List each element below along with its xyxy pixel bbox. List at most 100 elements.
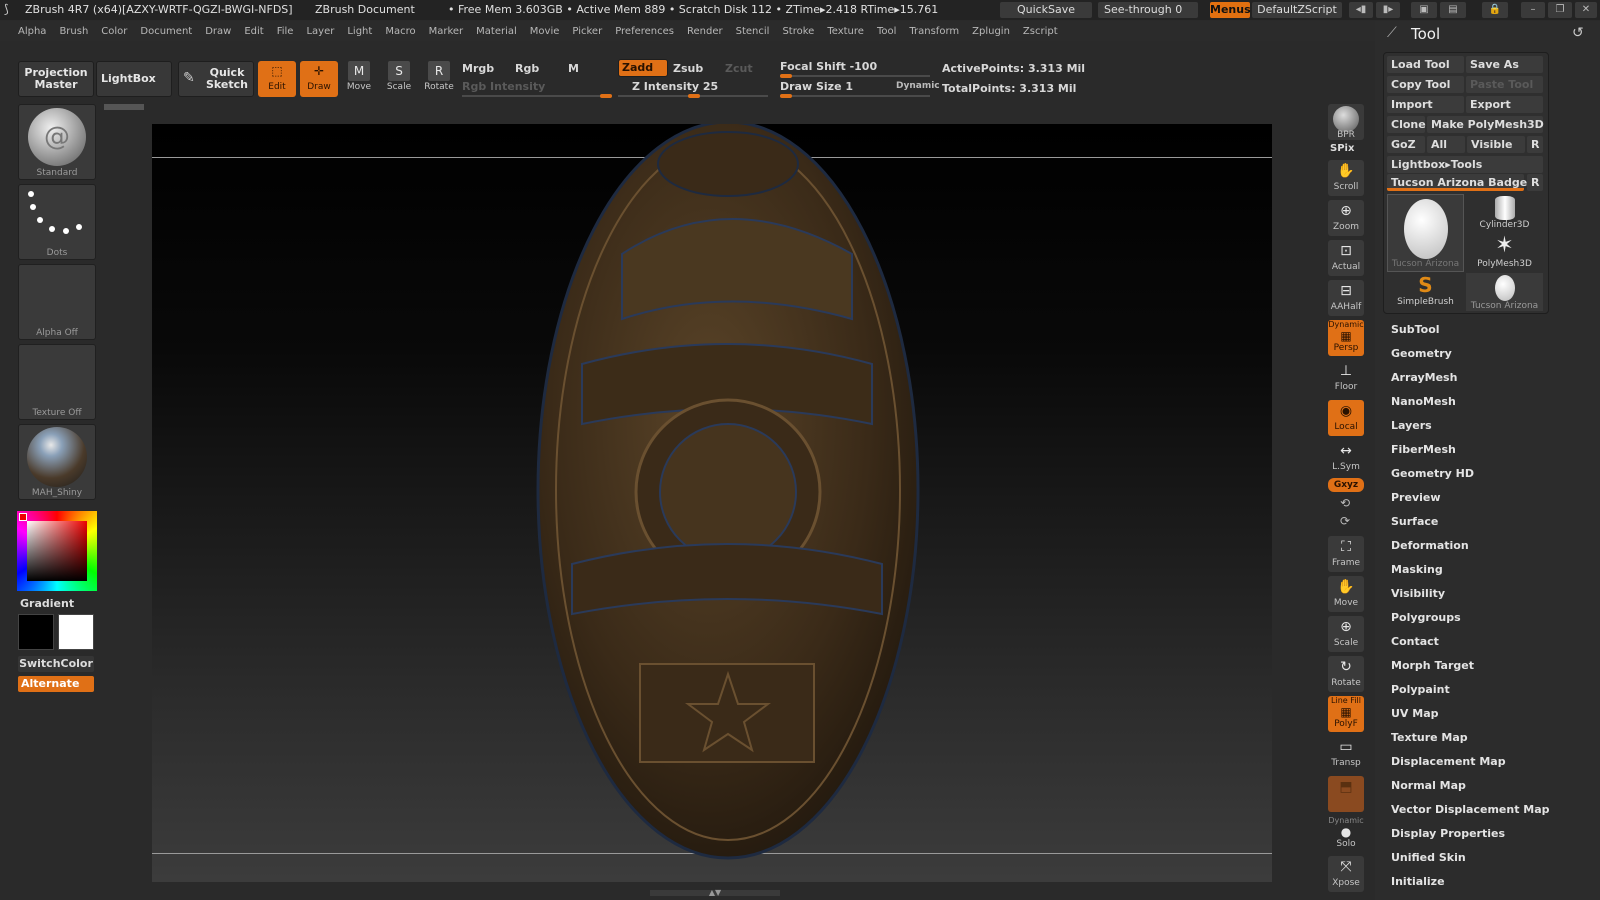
rotate-axis-alt-icon[interactable]: ⟳ [1340, 514, 1350, 528]
menu-light[interactable]: Light [347, 26, 372, 37]
stroke-selector[interactable]: Dots [18, 184, 96, 260]
menu-marker[interactable]: Marker [429, 26, 464, 37]
bpr-button[interactable]: BPR [1328, 104, 1364, 140]
goz-visible-button[interactable]: Visible [1467, 136, 1525, 153]
subpalette-normal-map[interactable]: Normal Map [1391, 779, 1550, 803]
brush-selector[interactable]: @ Standard [18, 104, 96, 180]
menu-stencil[interactable]: Stencil [736, 26, 770, 37]
switchcolor-button[interactable]: SwitchColor [18, 656, 94, 672]
solo-button[interactable]: Dynamic ● Solo [1328, 816, 1364, 852]
goz-button[interactable]: GoZ [1387, 136, 1425, 153]
scroll-right-icon[interactable]: ▮▸ [1376, 2, 1400, 18]
bottom-tray-handle[interactable]: ▲▼ [650, 889, 780, 897]
menu-document[interactable]: Document [140, 26, 192, 37]
menu-material[interactable]: Material [476, 26, 517, 37]
menu-alpha[interactable]: Alpha [18, 26, 46, 37]
subpalette-uv-map[interactable]: UV Map [1391, 707, 1550, 731]
alpha-selector[interactable]: Alpha Off [18, 264, 96, 340]
subpalette-polypaint[interactable]: Polypaint [1391, 683, 1550, 707]
see-through-slider[interactable]: See-through 0 [1098, 2, 1198, 18]
floor-button[interactable]: ⊥ Floor [1328, 360, 1364, 396]
rgb-intensity-slider[interactable]: Rgb Intensity [462, 80, 545, 93]
draw-size-slider[interactable]: Draw Size 1 [780, 80, 853, 93]
focal-shift-knob[interactable] [780, 74, 792, 78]
zcut-button[interactable]: Zcut [725, 62, 753, 75]
canvas-scroll-handle[interactable] [104, 104, 144, 110]
tool-thumb-polymesh3d[interactable]: ✶ PolyMesh3D [1466, 233, 1543, 271]
subpalette-preview[interactable]: Preview [1391, 491, 1550, 515]
menu-zplugin[interactable]: Zplugin [972, 26, 1010, 37]
menus-button[interactable]: Menus [1210, 2, 1251, 18]
menu-preferences[interactable]: Preferences [615, 26, 674, 37]
export-button[interactable]: Export [1466, 96, 1543, 113]
z-intensity-slider[interactable]: Z Intensity 25 [632, 80, 718, 93]
draw-size-knob[interactable] [780, 94, 792, 98]
subpalette-unified-skin[interactable]: Unified Skin [1391, 851, 1550, 875]
subpalette-geometry[interactable]: Geometry [1391, 347, 1550, 371]
subpalette-display-properties[interactable]: Display Properties [1391, 827, 1550, 851]
subpalette-displacement-map[interactable]: Displacement Map [1391, 755, 1550, 779]
quick-sketch-button[interactable]: ✎ Quick Sketch [178, 61, 254, 97]
subpalette-polygroups[interactable]: Polygroups [1391, 611, 1550, 635]
make-polymesh-button[interactable]: Make PolyMesh3D [1427, 116, 1544, 133]
menu-color[interactable]: Color [101, 26, 127, 37]
zadd-button[interactable]: Zadd [618, 59, 668, 77]
document-canvas[interactable] [152, 124, 1272, 882]
xpose-button[interactable]: ⤧ Xpose [1328, 856, 1364, 892]
zsub-button[interactable]: Zsub [673, 62, 703, 75]
gradient-label[interactable]: Gradient [20, 597, 74, 610]
spix-slider[interactable]: SPix [1330, 143, 1354, 154]
projection-master-button[interactable]: Projection Master [18, 61, 94, 97]
actual-button[interactable]: ⊡ Actual [1328, 240, 1364, 276]
rgb-intensity-knob[interactable] [600, 94, 612, 98]
menu-picker[interactable]: Picker [572, 26, 602, 37]
lightbox-tools-button[interactable]: Lightbox▸Tools [1387, 156, 1543, 173]
subpalette-deformation[interactable]: Deformation [1391, 539, 1550, 563]
goz-r-button[interactable]: R [1527, 136, 1543, 153]
ghost-button[interactable]: ⬒ [1328, 776, 1364, 812]
subpalette-texture-map[interactable]: Texture Map [1391, 731, 1550, 755]
import-button[interactable]: Import [1387, 96, 1464, 113]
layout-alt-icon[interactable]: ▤ [1440, 2, 1466, 18]
subpalette-fibermesh[interactable]: FiberMesh [1391, 443, 1550, 467]
menu-movie[interactable]: Movie [530, 26, 560, 37]
goz-all-button[interactable]: All [1427, 136, 1465, 153]
subpalette-layers[interactable]: Layers [1391, 419, 1550, 443]
lsym-button[interactable]: ↔ L.Sym [1328, 440, 1364, 476]
menu-tool[interactable]: Tool [877, 26, 896, 37]
polyf-button[interactable]: Line Fill ▦ PolyF [1328, 696, 1364, 732]
subpalette-morph-target[interactable]: Morph Target [1391, 659, 1550, 683]
tool-thumb-simplebrush[interactable]: S SimpleBrush [1387, 273, 1464, 311]
menu-render[interactable]: Render [687, 26, 723, 37]
subpalette-masking[interactable]: Masking [1391, 563, 1550, 587]
z-intensity-knob[interactable] [688, 94, 700, 98]
menu-edit[interactable]: Edit [244, 26, 263, 37]
rotate-view-button[interactable]: ↻ Rotate [1328, 656, 1364, 692]
edit-button[interactable]: ⬚ Edit [258, 61, 296, 97]
menu-zscript[interactable]: Zscript [1023, 26, 1058, 37]
move-button[interactable]: M Move [340, 61, 378, 97]
rotate-button[interactable]: R Rotate [420, 61, 458, 97]
minimize-icon[interactable]: – [1521, 2, 1545, 18]
menu-stroke[interactable]: Stroke [782, 26, 814, 37]
rotate-axis-icon[interactable]: ⟲ [1340, 496, 1350, 510]
tool-thumb-cylinder3d[interactable]: Cylinder3D [1466, 194, 1543, 232]
mrgb-button[interactable]: Mrgb [462, 62, 494, 75]
tool-panel-reset-icon[interactable]: ↺ [1572, 25, 1584, 41]
lightbox-button[interactable]: LightBox [96, 61, 172, 97]
material-selector[interactable]: MAH_Shiny [18, 424, 96, 500]
aahalf-button[interactable]: ⊟ AAHalf [1328, 280, 1364, 316]
current-tool-slider[interactable]: Tucson Arizona Badge [1387, 174, 1527, 191]
copy-tool-button[interactable]: Copy Tool [1387, 76, 1464, 93]
color-picker[interactable] [17, 511, 97, 591]
menu-texture[interactable]: Texture [827, 26, 864, 37]
menu-file[interactable]: File [277, 26, 294, 37]
restore-icon[interactable]: ❐ [1548, 2, 1572, 18]
close-icon[interactable]: ✕ [1575, 2, 1597, 18]
texture-selector[interactable]: Texture Off [18, 344, 96, 420]
scroll-left-icon[interactable]: ◂▮ [1349, 2, 1373, 18]
load-tool-button[interactable]: Load Tool [1387, 56, 1464, 73]
move-view-button[interactable]: ✋ Move [1328, 576, 1364, 612]
tool-thumb-tucson-arizona-2[interactable]: Tucson Arizona [1466, 273, 1543, 311]
tool-thumb-tucson-arizona[interactable]: Tucson Arizona [1387, 194, 1464, 272]
